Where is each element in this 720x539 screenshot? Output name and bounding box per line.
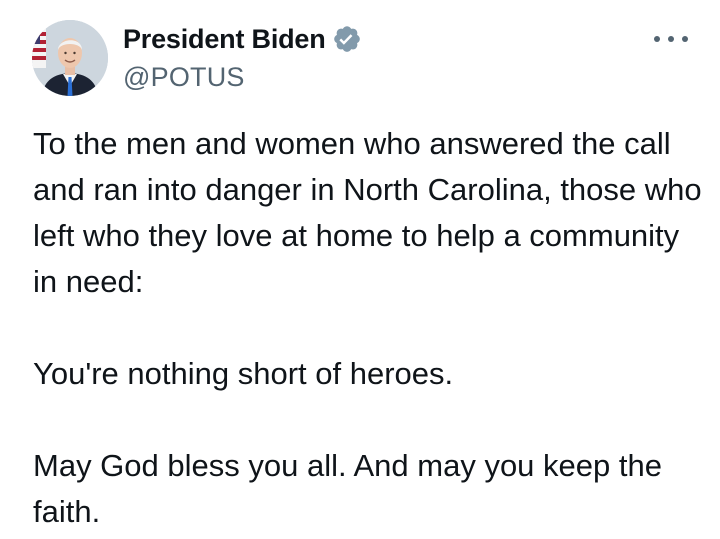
more-dot (654, 36, 660, 42)
avatar[interactable] (32, 20, 108, 96)
more-options-icon[interactable] (654, 26, 688, 52)
tweet-text: To the men and women who answered the ca… (33, 121, 703, 535)
author-info: President Biden @POTUS (123, 22, 362, 93)
tweet-paragraph-1: To the men and women who answered the ca… (33, 126, 702, 299)
handle[interactable]: @POTUS (123, 62, 362, 93)
verified-badge-icon[interactable] (332, 24, 362, 54)
tweet-paragraph-2: You're nothing short of heroes. (33, 356, 454, 391)
flag-graphic (32, 28, 46, 68)
avatar-image (32, 20, 108, 96)
name-row: President Biden (123, 22, 362, 56)
more-dot (668, 36, 674, 42)
display-name[interactable]: President Biden (123, 24, 326, 55)
tweet-card: President Biden @POTUS To the men and wo… (0, 0, 720, 539)
more-dot (682, 36, 688, 42)
tweet-paragraph-3: May God bless you all. And may you keep … (33, 448, 662, 529)
